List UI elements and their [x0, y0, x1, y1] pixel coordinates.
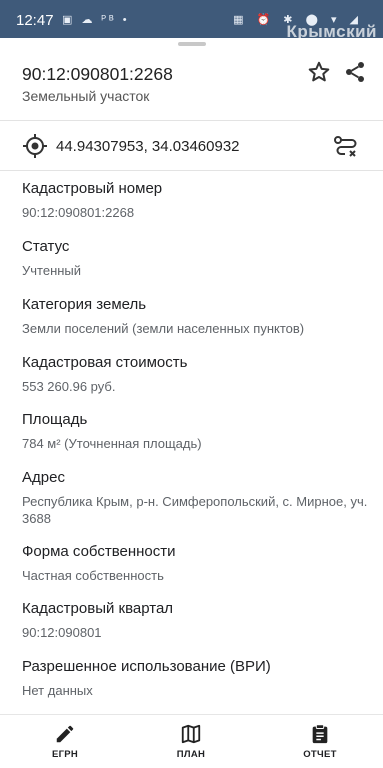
field-value: 784 м² (Уточненная площадь): [22, 436, 202, 451]
field-label: Разрешенное использование (ВРИ): [22, 658, 271, 675]
field-value: Нет данных: [22, 683, 93, 698]
field-label: Адрес: [22, 469, 65, 486]
field-label: Форма собственности: [22, 543, 176, 560]
drag-handle[interactable]: [178, 42, 206, 46]
coordinates-row: 44.94307953, 34.03460932: [0, 129, 383, 163]
map-icon: [181, 724, 201, 744]
page-subtitle: Земельный участок: [22, 88, 150, 104]
nav-label-plan: ПЛАН: [176, 749, 206, 760]
field-status: Статус Учтенный: [22, 238, 372, 279]
field-value: Земли поселений (земли населенных пункто…: [22, 321, 305, 336]
nav-item-plan[interactable]: ПЛАН: [141, 715, 241, 768]
share-button[interactable]: [343, 60, 367, 84]
field-value: Учтенный: [22, 263, 82, 278]
field-value: Частная собственность: [22, 568, 164, 583]
header-divider: [0, 120, 383, 121]
field-label: Статус: [22, 238, 70, 255]
field-value[interactable]: 90:12:090801:2268: [22, 204, 372, 221]
coordinates-divider: [0, 170, 383, 171]
route-icon[interactable]: [333, 134, 359, 160]
field-cadastral-quarter: Кадастровый квартал 90:12:090801: [22, 600, 372, 641]
status-bar: 12:47 ▣ ☁ ᴾᴮ • ▦ ⏰ ✱ ⬤ ▾ ◢ Крымский: [0, 0, 383, 41]
nav-label-report: ОТЧЕТ: [303, 749, 337, 760]
bottom-sheet: 90:12:090801:2268 Земельный участок 44.9…: [0, 38, 383, 768]
nav-item-egrn[interactable]: ЕГРН: [15, 715, 115, 768]
star-outline-icon: [308, 61, 330, 82]
bottom-navigation: ЕГРН ПЛАН ОТЧЕТ: [0, 714, 383, 768]
field-value: 553 260.96 руб.: [22, 379, 116, 394]
favorite-button[interactable]: [307, 60, 331, 84]
clipboard-icon: [312, 724, 328, 744]
field-label: Площадь: [22, 411, 88, 428]
page-title: 90:12:090801:2268: [22, 64, 173, 84]
field-value[interactable]: 90:12:090801: [22, 624, 372, 641]
pencil-icon: [56, 725, 74, 743]
nav-item-report[interactable]: ОТЧЕТ: [270, 715, 370, 768]
share-icon: [346, 62, 364, 82]
status-time: 12:47: [16, 12, 54, 29]
field-label: Кадастровая стоимость: [22, 354, 188, 371]
field-label: Кадастровый номер: [22, 180, 163, 197]
nav-label-egrn: ЕГРН: [51, 749, 79, 760]
field-area: Площадь 784 м² (Уточненная площадь): [22, 411, 372, 452]
status-notification-icons: ▣ ☁ ᴾᴮ •: [62, 14, 130, 26]
field-value: Республика Крым, р-н. Симферопольский, с…: [22, 494, 368, 526]
field-cadastral-value: Кадастровая стоимость 553 260.96 руб.: [22, 354, 372, 395]
field-label: Кадастровый квартал: [22, 600, 174, 617]
field-label: Категория земель: [22, 296, 147, 313]
field-land-category: Категория земель Земли поселений (земли …: [22, 296, 372, 337]
target-icon[interactable]: [22, 133, 48, 159]
field-permitted-use: Разрешенное использование (ВРИ) Нет данн…: [22, 658, 372, 699]
field-ownership-form: Форма собственности Частная собственност…: [22, 543, 372, 584]
coordinates-text[interactable]: 44.94307953, 34.03460932: [56, 138, 240, 155]
field-cadastral-number: Кадастровый номер 90:12:090801:2268: [22, 180, 372, 221]
field-address: Адрес Республика Крым, р-н. Симферопольс…: [22, 469, 372, 527]
